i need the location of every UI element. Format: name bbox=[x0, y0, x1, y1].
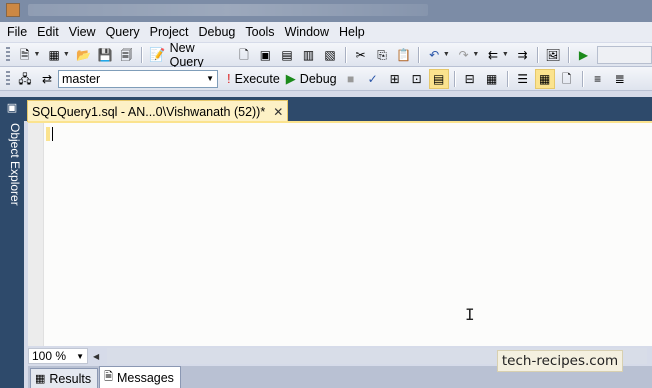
new-query-label: New Query bbox=[169, 40, 204, 69]
debug-play-icon: ▶ bbox=[285, 70, 296, 86]
menu-window[interactable]: Window bbox=[280, 23, 334, 41]
paste-icon[interactable]: 📋 bbox=[394, 45, 414, 65]
client-statistics-icon[interactable]: ▦ bbox=[482, 69, 502, 89]
toolbar-separator bbox=[344, 46, 346, 63]
query-editor[interactable] bbox=[28, 121, 652, 346]
chevron-down-icon[interactable]: ▼ bbox=[502, 51, 509, 58]
chevron-down-icon[interactable]: ▼ bbox=[63, 51, 70, 58]
navigate-backward-icon[interactable]: ⇇ bbox=[483, 45, 503, 65]
query-designer-icon[interactable]: ⊡ bbox=[407, 69, 427, 89]
menu-debug[interactable]: Debug bbox=[194, 23, 241, 41]
menu-query[interactable]: Query bbox=[101, 23, 145, 41]
document-tab-title: SQLQuery1.sql - AN...0\Vishwanath (52))* bbox=[32, 104, 266, 119]
menu-edit[interactable]: Edit bbox=[32, 23, 64, 41]
toolbar-separator bbox=[453, 70, 455, 87]
new-project-icon[interactable]: 🗎 bbox=[15, 45, 35, 65]
toolbar-separator bbox=[537, 46, 539, 63]
toolbar-separator bbox=[418, 46, 420, 63]
change-connection-icon[interactable]: ⇄ bbox=[37, 69, 57, 89]
close-icon[interactable]: ✕ bbox=[273, 105, 283, 119]
debug-label: Debug bbox=[299, 71, 337, 86]
tab-messages[interactable]: 🗎 Messages bbox=[99, 366, 181, 388]
grid-icon: ▦ bbox=[35, 373, 46, 385]
sql-editor-toolbar: 🖧 ⇄ master ▼ ! Execute ▶ Debug ■ ✓ ⊞ ⊡ ▤ ⊟… bbox=[0, 67, 652, 91]
analysis-mdx-query-icon[interactable]: ▣ bbox=[256, 45, 276, 65]
toolbar-separator bbox=[141, 46, 143, 63]
chevron-down-icon[interactable]: ▼ bbox=[33, 51, 40, 58]
menu-bar: File Edit View Query Project Debug Tools… bbox=[0, 22, 652, 42]
sql-compact-query-icon[interactable]: ▧ bbox=[320, 45, 340, 65]
standard-toolbar: 🗎 ▼ ▦ ▼ 📂 💾 🗐 📝 New Query 🗋 ▣ ▤ ▥ ▧ ✂ ⎘ 📋 ↶… bbox=[0, 41, 652, 69]
analysis-xmla-query-icon[interactable]: ▥ bbox=[299, 45, 319, 65]
chevron-down-icon[interactable]: ▼ bbox=[443, 51, 450, 58]
copy-icon[interactable]: ⎘ bbox=[372, 45, 392, 65]
menu-file[interactable]: File bbox=[2, 23, 32, 41]
parse-checkmark-icon[interactable]: ✓ bbox=[363, 69, 383, 89]
toolbar-grip[interactable] bbox=[6, 46, 10, 63]
tab-messages-label: Messages bbox=[116, 370, 174, 385]
changed-line-marker bbox=[46, 127, 50, 141]
app-icon bbox=[6, 3, 20, 17]
solution-config-combo[interactable] bbox=[597, 45, 652, 64]
chevron-down-icon[interactable]: ▼ bbox=[472, 51, 479, 58]
navigate-forward-icon[interactable]: ⇉ bbox=[513, 45, 533, 65]
database-select-value: master bbox=[62, 71, 101, 86]
ibeam-cursor-icon: I bbox=[465, 305, 475, 324]
menu-tools[interactable]: Tools bbox=[240, 23, 279, 41]
toolbar-grip[interactable] bbox=[6, 70, 10, 87]
chevron-down-icon: ▼ bbox=[206, 74, 214, 83]
menu-project[interactable]: Project bbox=[145, 23, 194, 41]
blurred-window-title bbox=[28, 4, 428, 16]
redo-icon[interactable]: ↷ bbox=[454, 45, 474, 65]
execute-button[interactable]: ! Execute bbox=[224, 69, 283, 89]
add-item-icon[interactable]: ▦ bbox=[44, 45, 64, 65]
results-to-file-icon[interactable]: 🗋 bbox=[557, 69, 577, 89]
execute-icon: ! bbox=[227, 71, 231, 86]
menu-help[interactable]: Help bbox=[334, 23, 370, 41]
title-bar bbox=[0, 0, 652, 22]
execute-label: Execute bbox=[234, 71, 280, 86]
object-explorer-tab[interactable]: Object Explorer bbox=[2, 123, 22, 303]
zoom-value: 100 % bbox=[32, 349, 67, 363]
database-engine-query-icon[interactable]: 🗋 bbox=[234, 45, 254, 65]
uncomment-lines-icon[interactable]: ≣ bbox=[610, 69, 630, 89]
object-explorer-icon[interactable]: ▣ bbox=[4, 101, 20, 117]
comment-lines-icon[interactable]: ≡ bbox=[588, 69, 608, 89]
tab-results-label: Results bbox=[49, 371, 92, 386]
toolbar-separator bbox=[581, 70, 583, 87]
database-select[interactable]: master ▼ bbox=[58, 69, 218, 88]
object-explorer-strip: ▣ Object Explorer bbox=[0, 97, 24, 388]
save-icon[interactable]: 💾 bbox=[95, 45, 115, 65]
document-tab[interactable]: SQLQuery1.sql - AN...0\Vishwanath (52))*… bbox=[27, 100, 289, 122]
save-all-icon[interactable]: 🗐 bbox=[117, 45, 137, 65]
debug-button[interactable]: ▶ Debug bbox=[283, 69, 340, 89]
results-to-grid-icon[interactable]: ▦ bbox=[534, 68, 555, 89]
cut-icon[interactable]: ✂ bbox=[351, 45, 371, 65]
toolbar-separator bbox=[506, 70, 508, 87]
include-actual-plan-icon[interactable]: ⊟ bbox=[460, 69, 480, 89]
connect-icon[interactable]: 🖧 bbox=[15, 69, 35, 89]
text-caret bbox=[52, 127, 53, 141]
tab-results[interactable]: ▦ Results bbox=[30, 368, 99, 388]
new-query-icon: 📝 bbox=[149, 46, 166, 62]
start-debugging-icon[interactable]: ▶ bbox=[574, 45, 594, 65]
messages-icon: 🗎 bbox=[104, 371, 113, 383]
zoom-select[interactable]: 100 % ▼ bbox=[28, 348, 88, 364]
watermark: tech-recipes.com bbox=[497, 350, 623, 372]
results-to-text-icon[interactable]: ☰ bbox=[513, 69, 533, 89]
intellisense-icon[interactable]: ▤ bbox=[428, 68, 449, 89]
chevron-down-icon: ▼ bbox=[76, 351, 84, 361]
activity-monitor-icon[interactable]: 🖼 bbox=[543, 45, 563, 65]
document-tab-bar: SQLQuery1.sql - AN...0\Vishwanath (52))*… bbox=[24, 97, 652, 122]
analysis-dmx-query-icon[interactable]: ▤ bbox=[277, 45, 297, 65]
editor-gutter bbox=[28, 123, 44, 346]
undo-icon[interactable]: ↶ bbox=[424, 45, 444, 65]
new-query-button[interactable]: 📝 New Query bbox=[146, 41, 233, 69]
estimated-plan-icon[interactable]: ⊞ bbox=[385, 69, 405, 89]
scroll-left-icon[interactable]: ◀ bbox=[93, 352, 99, 361]
cancel-query-icon[interactable]: ■ bbox=[341, 69, 361, 89]
open-folder-icon[interactable]: 📂 bbox=[74, 45, 94, 65]
toolbar-separator bbox=[567, 46, 569, 63]
menu-view[interactable]: View bbox=[64, 23, 101, 41]
